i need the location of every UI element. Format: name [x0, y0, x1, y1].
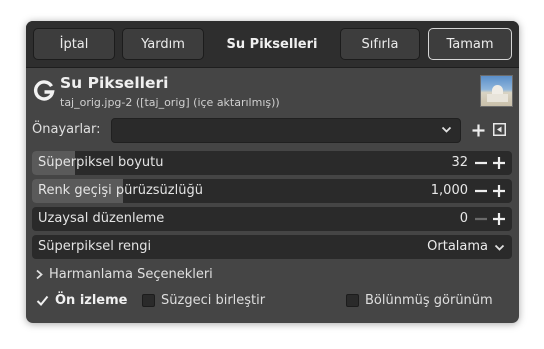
image-thumbnail — [480, 75, 513, 107]
spatial-regularization-label: Uzaysal düzenleme — [38, 211, 165, 226]
merge-filter-check-box[interactable] — [142, 294, 155, 307]
gimp-logo-icon — [33, 80, 55, 101]
filter-dialog: İptal Yardım Su Pikselleri Sıfırla Tamam… — [26, 21, 519, 323]
presets-label: Önayarlar: — [32, 122, 101, 137]
spatial-regularization-value: 0 — [459, 211, 468, 226]
preview-label: Ön izleme — [55, 293, 128, 308]
checkmark-icon — [36, 295, 49, 306]
split-view-check-box[interactable] — [346, 294, 359, 307]
superpixel-color-label: Süperpiksel rengi — [38, 239, 152, 254]
decrease-icon[interactable] — [474, 184, 488, 198]
increase-icon[interactable] — [492, 156, 506, 170]
split-view-checkbox[interactable]: Bölünmüş görünüm — [346, 293, 493, 308]
dialog-title: Su Pikselleri — [226, 36, 318, 52]
merge-filter-checkbox[interactable]: Süzgeci birleştir — [142, 293, 265, 308]
chevron-right-icon — [36, 269, 43, 280]
superpixel-color-combo[interactable]: Süperpiksel rengi Ortalama — [32, 235, 512, 259]
chevron-down-icon — [494, 244, 505, 251]
decrease-icon[interactable] — [474, 212, 488, 226]
blending-options-label: Harmanlama Seçenekleri — [49, 267, 213, 282]
superpixel-size-spinner[interactable]: Süperpiksel boyutu 32 — [32, 151, 512, 175]
help-button[interactable]: Yardım — [122, 28, 204, 60]
cancel-button[interactable]: İptal — [33, 28, 115, 60]
superpixel-size-label: Süperpiksel boyutu — [38, 155, 164, 170]
superpixel-color-value: Ortalama — [427, 239, 488, 254]
preview-check-box[interactable] — [36, 294, 49, 307]
add-preset-icon[interactable] — [472, 124, 485, 137]
plugin-subtitle: taj_orig.jpg-2 ([taj_orig] (içe aktarılm… — [60, 96, 280, 109]
reset-button[interactable]: Sıfırla — [340, 28, 420, 60]
gradient-smoothness-label: Renk geçişi pürüzsüzlüğü — [38, 183, 203, 198]
split-view-label: Bölünmüş görünüm — [365, 293, 493, 308]
chevron-down-icon — [441, 126, 452, 133]
gradient-smoothness-value: 1,000 — [430, 183, 468, 198]
preset-menu-icon[interactable] — [493, 123, 506, 136]
header-bar: İptal Yardım Su Pikselleri Sıfırla Tamam — [26, 21, 519, 68]
gradient-smoothness-spinner[interactable]: Renk geçişi pürüzsüzlüğü 1,000 — [32, 179, 512, 203]
presets-combo[interactable] — [111, 118, 461, 143]
blending-options-expander[interactable]: Harmanlama Seçenekleri — [35, 267, 213, 282]
decrease-icon[interactable] — [474, 156, 488, 170]
increase-icon[interactable] — [492, 184, 506, 198]
spatial-regularization-spinner[interactable]: Uzaysal düzenleme 0 — [32, 207, 512, 231]
ok-button[interactable]: Tamam — [428, 28, 512, 60]
merge-filter-label: Süzgeci birleştir — [161, 293, 266, 308]
preview-checkbox[interactable]: Ön izleme — [36, 293, 128, 308]
plugin-title: Su Pikselleri — [60, 74, 169, 92]
superpixel-size-value: 32 — [451, 155, 468, 170]
increase-icon[interactable] — [492, 212, 506, 226]
